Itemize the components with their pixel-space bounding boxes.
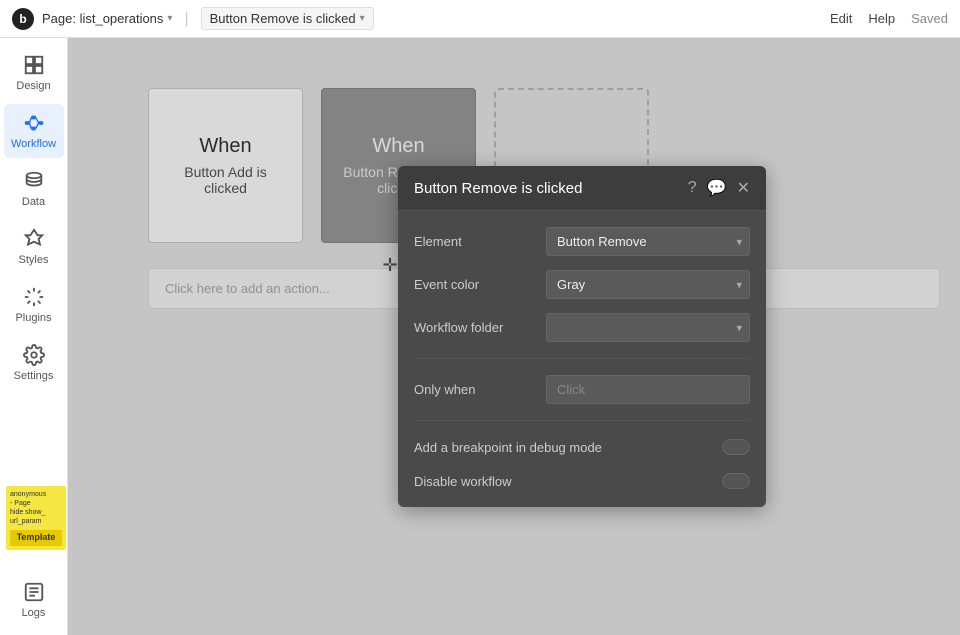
sidebar-item-styles[interactable]: Styles (4, 220, 64, 274)
only-when-label: Only when (414, 382, 534, 397)
element-row: Element Button Remove Button Add (414, 227, 750, 256)
event-color-row: Event color Gray Blue Green Red (414, 270, 750, 299)
workflow-chevron-icon: ▾ (360, 13, 365, 24)
sidebar-workflow-label: Workflow (11, 138, 56, 150)
edit-button[interactable]: Edit (830, 11, 852, 26)
separator: | (184, 10, 188, 28)
main-layout: Design Workflow Data (0, 38, 960, 635)
disable-checkbox[interactable] (722, 473, 750, 489)
event-color-select-wrapper[interactable]: Gray Blue Green Red (546, 270, 750, 299)
help-icon[interactable]: ? (688, 179, 697, 197)
close-icon[interactable]: ✕ (737, 178, 750, 198)
app-logo: b (12, 8, 34, 30)
sidebar-plugins-label: Plugins (15, 312, 51, 324)
sidebar: Design Workflow Data (0, 38, 68, 635)
workflow-selector[interactable]: Button Remove is clicked ▾ (201, 7, 374, 30)
sticky-line1: anonymous (10, 490, 62, 499)
chat-icon[interactable]: 💬 (707, 178, 727, 198)
sidebar-styles-label: Styles (19, 254, 49, 266)
sticky-line2: - Page (10, 499, 62, 508)
element-label: Element (414, 234, 534, 249)
sidebar-item-workflow[interactable]: Workflow (4, 104, 64, 158)
template-sticky-note[interactable]: anonymous - Page hide show_ url_param Te… (6, 486, 66, 550)
sidebar-item-logs[interactable]: Logs (4, 573, 64, 627)
breakpoint-row: Add a breakpoint in debug mode (414, 437, 750, 457)
modal-divider (414, 358, 750, 359)
modal-header: Button Remove is clicked ? 💬 ✕ (398, 166, 766, 211)
saved-status: Saved (911, 11, 948, 26)
topbar: b Page: list_operations ▾ | Button Remov… (0, 0, 960, 38)
only-when-input[interactable]: Click (546, 375, 750, 404)
sticky-line3: hide show_ (10, 508, 62, 517)
page-selector[interactable]: Page: list_operations ▾ (42, 11, 172, 26)
page-chevron-icon: ▾ (167, 13, 172, 24)
sidebar-item-plugins[interactable]: Plugins (4, 278, 64, 332)
sticky-label: Template (10, 530, 62, 546)
sidebar-settings-label: Settings (14, 370, 54, 382)
modal: Button Remove is clicked ? 💬 ✕ Element B… (398, 166, 766, 507)
element-select[interactable]: Button Remove Button Add (546, 227, 750, 256)
modal-header-icons: ? 💬 ✕ (688, 178, 750, 198)
modal-title: Button Remove is clicked (414, 180, 582, 197)
breakpoint-checkbox[interactable] (722, 439, 750, 455)
workflow-label: Button Remove is clicked (210, 11, 356, 26)
help-button[interactable]: Help (868, 11, 895, 26)
sidebar-data-label: Data (22, 196, 45, 208)
modal-divider-2 (414, 420, 750, 421)
element-select-wrapper[interactable]: Button Remove Button Add (546, 227, 750, 256)
sidebar-design-label: Design (16, 80, 50, 92)
canvas[interactable]: When Button Add is clicked When Button R… (68, 38, 960, 635)
workflow-folder-label: Workflow folder (414, 320, 534, 335)
topbar-actions: Edit Help Saved (830, 11, 948, 26)
disable-workflow-row: Disable workflow (414, 471, 750, 491)
sidebar-item-design[interactable]: Design (4, 46, 64, 100)
only-when-row: Only when Click (414, 375, 750, 404)
sticky-line4: url_param (10, 517, 62, 526)
event-color-label: Event color (414, 277, 534, 292)
breakpoint-label: Add a breakpoint in debug mode (414, 440, 602, 455)
modal-body: Element Button Remove Button Add Event c… (398, 211, 766, 507)
sidebar-item-settings[interactable]: Settings (4, 336, 64, 390)
sidebar-logs-label: Logs (22, 607, 46, 619)
workflow-folder-select[interactable] (546, 313, 750, 342)
disable-label: Disable workflow (414, 474, 512, 489)
workflow-folder-row: Workflow folder (414, 313, 750, 342)
page-label: Page: list_operations (42, 11, 163, 26)
sidebar-item-data[interactable]: Data (4, 162, 64, 216)
workflow-folder-select-wrapper[interactable] (546, 313, 750, 342)
event-color-select[interactable]: Gray Blue Green Red (546, 270, 750, 299)
